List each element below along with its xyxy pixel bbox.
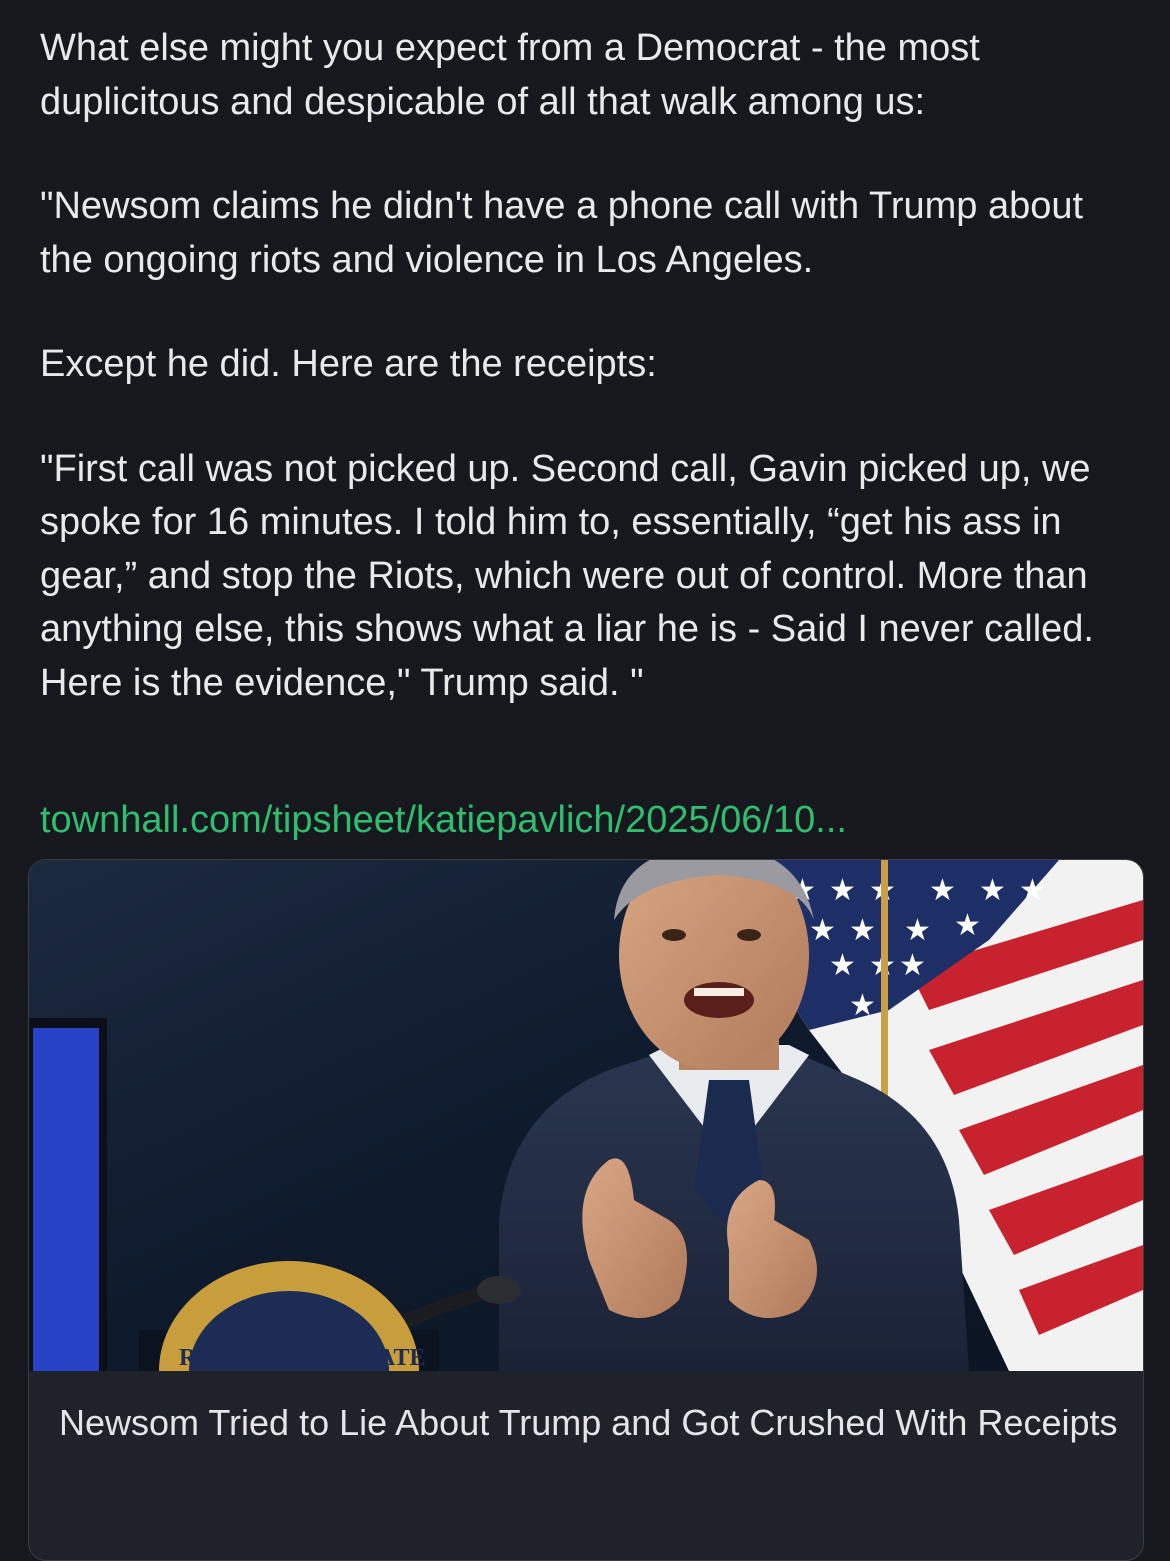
post-paragraph: What else might you expect from a Democr… xyxy=(40,27,991,123)
svg-text:★: ★ xyxy=(979,873,1006,908)
article-link[interactable]: townhall.com/tipsheet/katiepavlich/2025/… xyxy=(40,794,847,847)
svg-text:★: ★ xyxy=(849,988,876,1023)
svg-text:★: ★ xyxy=(1019,873,1046,908)
svg-text:★: ★ xyxy=(809,913,836,948)
seal-text: RNOR OF THE STATE xyxy=(179,1345,426,1371)
post-paragraph: "First call was not picked up. Second ca… xyxy=(40,447,1105,704)
svg-text:★: ★ xyxy=(829,873,856,908)
svg-text:★: ★ xyxy=(829,948,856,983)
post-body: What else might you expect from a Democr… xyxy=(40,22,1135,761)
svg-text:★: ★ xyxy=(954,908,981,943)
svg-text:★: ★ xyxy=(849,913,876,948)
post-paragraph: "Newsom claims he didn't have a phone ca… xyxy=(40,185,1094,281)
svg-text:★: ★ xyxy=(904,913,931,948)
link-preview-card[interactable]: ★★★ ★★★ ★★★ ★★★ ★★ xyxy=(28,859,1144,1561)
post-paragraph: Except he did. Here are the receipts: xyxy=(40,343,657,385)
svg-text:★: ★ xyxy=(929,873,956,908)
link-preview-title[interactable]: Newsom Tried to Lie About Trump and Got … xyxy=(59,1397,1119,1449)
link-preview-image[interactable]: ★★★ ★★★ ★★★ ★★★ ★★ xyxy=(29,860,1143,1371)
svg-text:★: ★ xyxy=(899,948,926,983)
